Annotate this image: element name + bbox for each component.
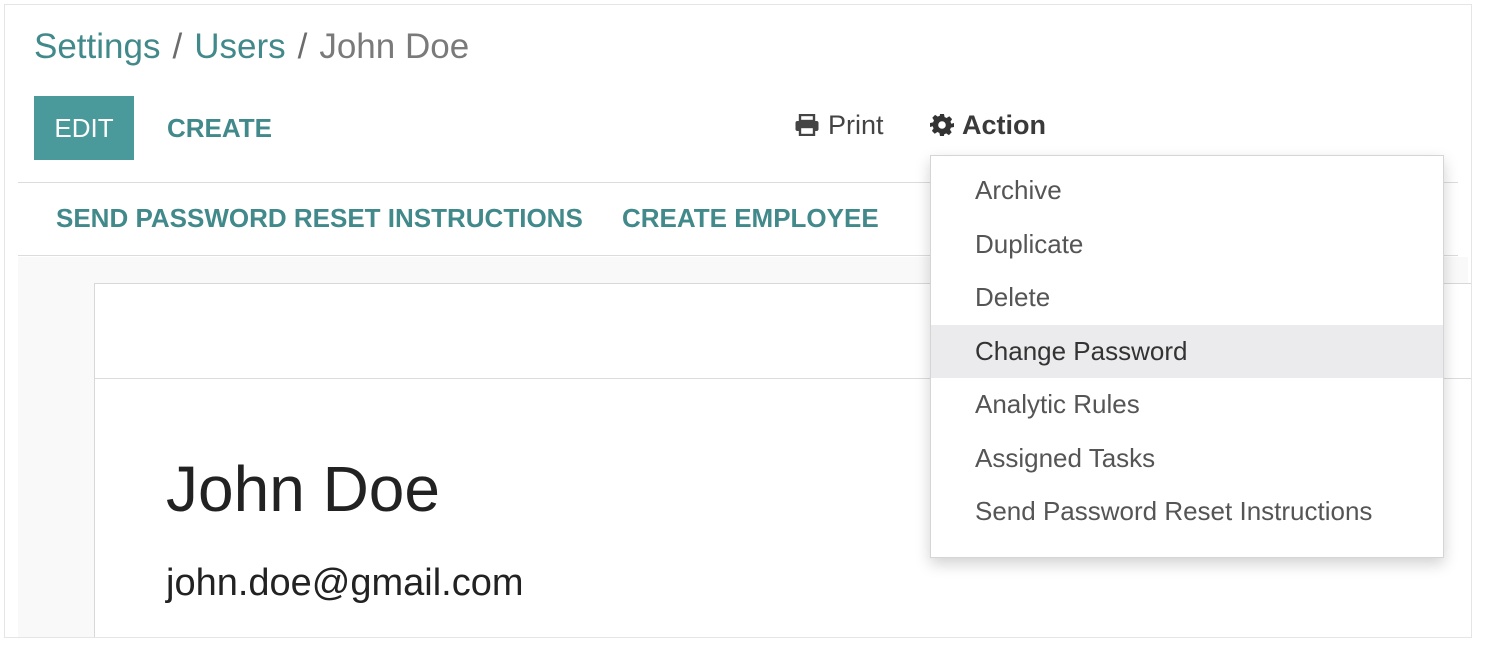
menu-item-change-password[interactable]: Change Password (931, 324, 1443, 378)
action-label: Action (962, 109, 1046, 140)
breadcrumb-settings-link[interactable]: Settings (34, 27, 160, 66)
menu-item-archive[interactable]: Archive (931, 164, 1443, 218)
user-email-field: john.doe@gmail.com (166, 562, 524, 604)
send-password-reset-button[interactable]: SEND PASSWORD RESET INSTRUCTIONS (56, 203, 583, 234)
breadcrumb-separator: / (172, 27, 183, 66)
gear-icon (930, 114, 954, 136)
menu-item-delete[interactable]: Delete (931, 271, 1443, 325)
menu-item-analytic-rules[interactable]: Analytic Rules (931, 378, 1443, 432)
menu-item-send-password-reset[interactable]: Send Password Reset Instructions (931, 485, 1443, 539)
create-employee-button[interactable]: CREATE EMPLOYEE (622, 203, 879, 234)
app-frame: Settings / Users / John Doe EDIT CREATE Prin… (4, 4, 1472, 638)
breadcrumb-current: John Doe (319, 27, 470, 66)
user-name-field: John Doe (166, 453, 440, 525)
breadcrumb-users-link[interactable]: Users (194, 27, 285, 66)
print-button[interactable]: Print (794, 105, 884, 145)
action-button[interactable]: Action (930, 105, 1046, 145)
create-button[interactable]: CREATE (151, 96, 288, 160)
print-label: Print (828, 109, 884, 140)
breadcrumb-separator: / (297, 27, 308, 66)
breadcrumb: Settings / Users / John Doe (34, 27, 469, 67)
menu-item-duplicate[interactable]: Duplicate (931, 218, 1443, 272)
action-dropdown-menu: Archive Duplicate Delete Change Password… (930, 155, 1444, 558)
edit-button[interactable]: EDIT (34, 96, 134, 160)
printer-icon (795, 114, 819, 136)
menu-item-assigned-tasks[interactable]: Assigned Tasks (931, 432, 1443, 486)
